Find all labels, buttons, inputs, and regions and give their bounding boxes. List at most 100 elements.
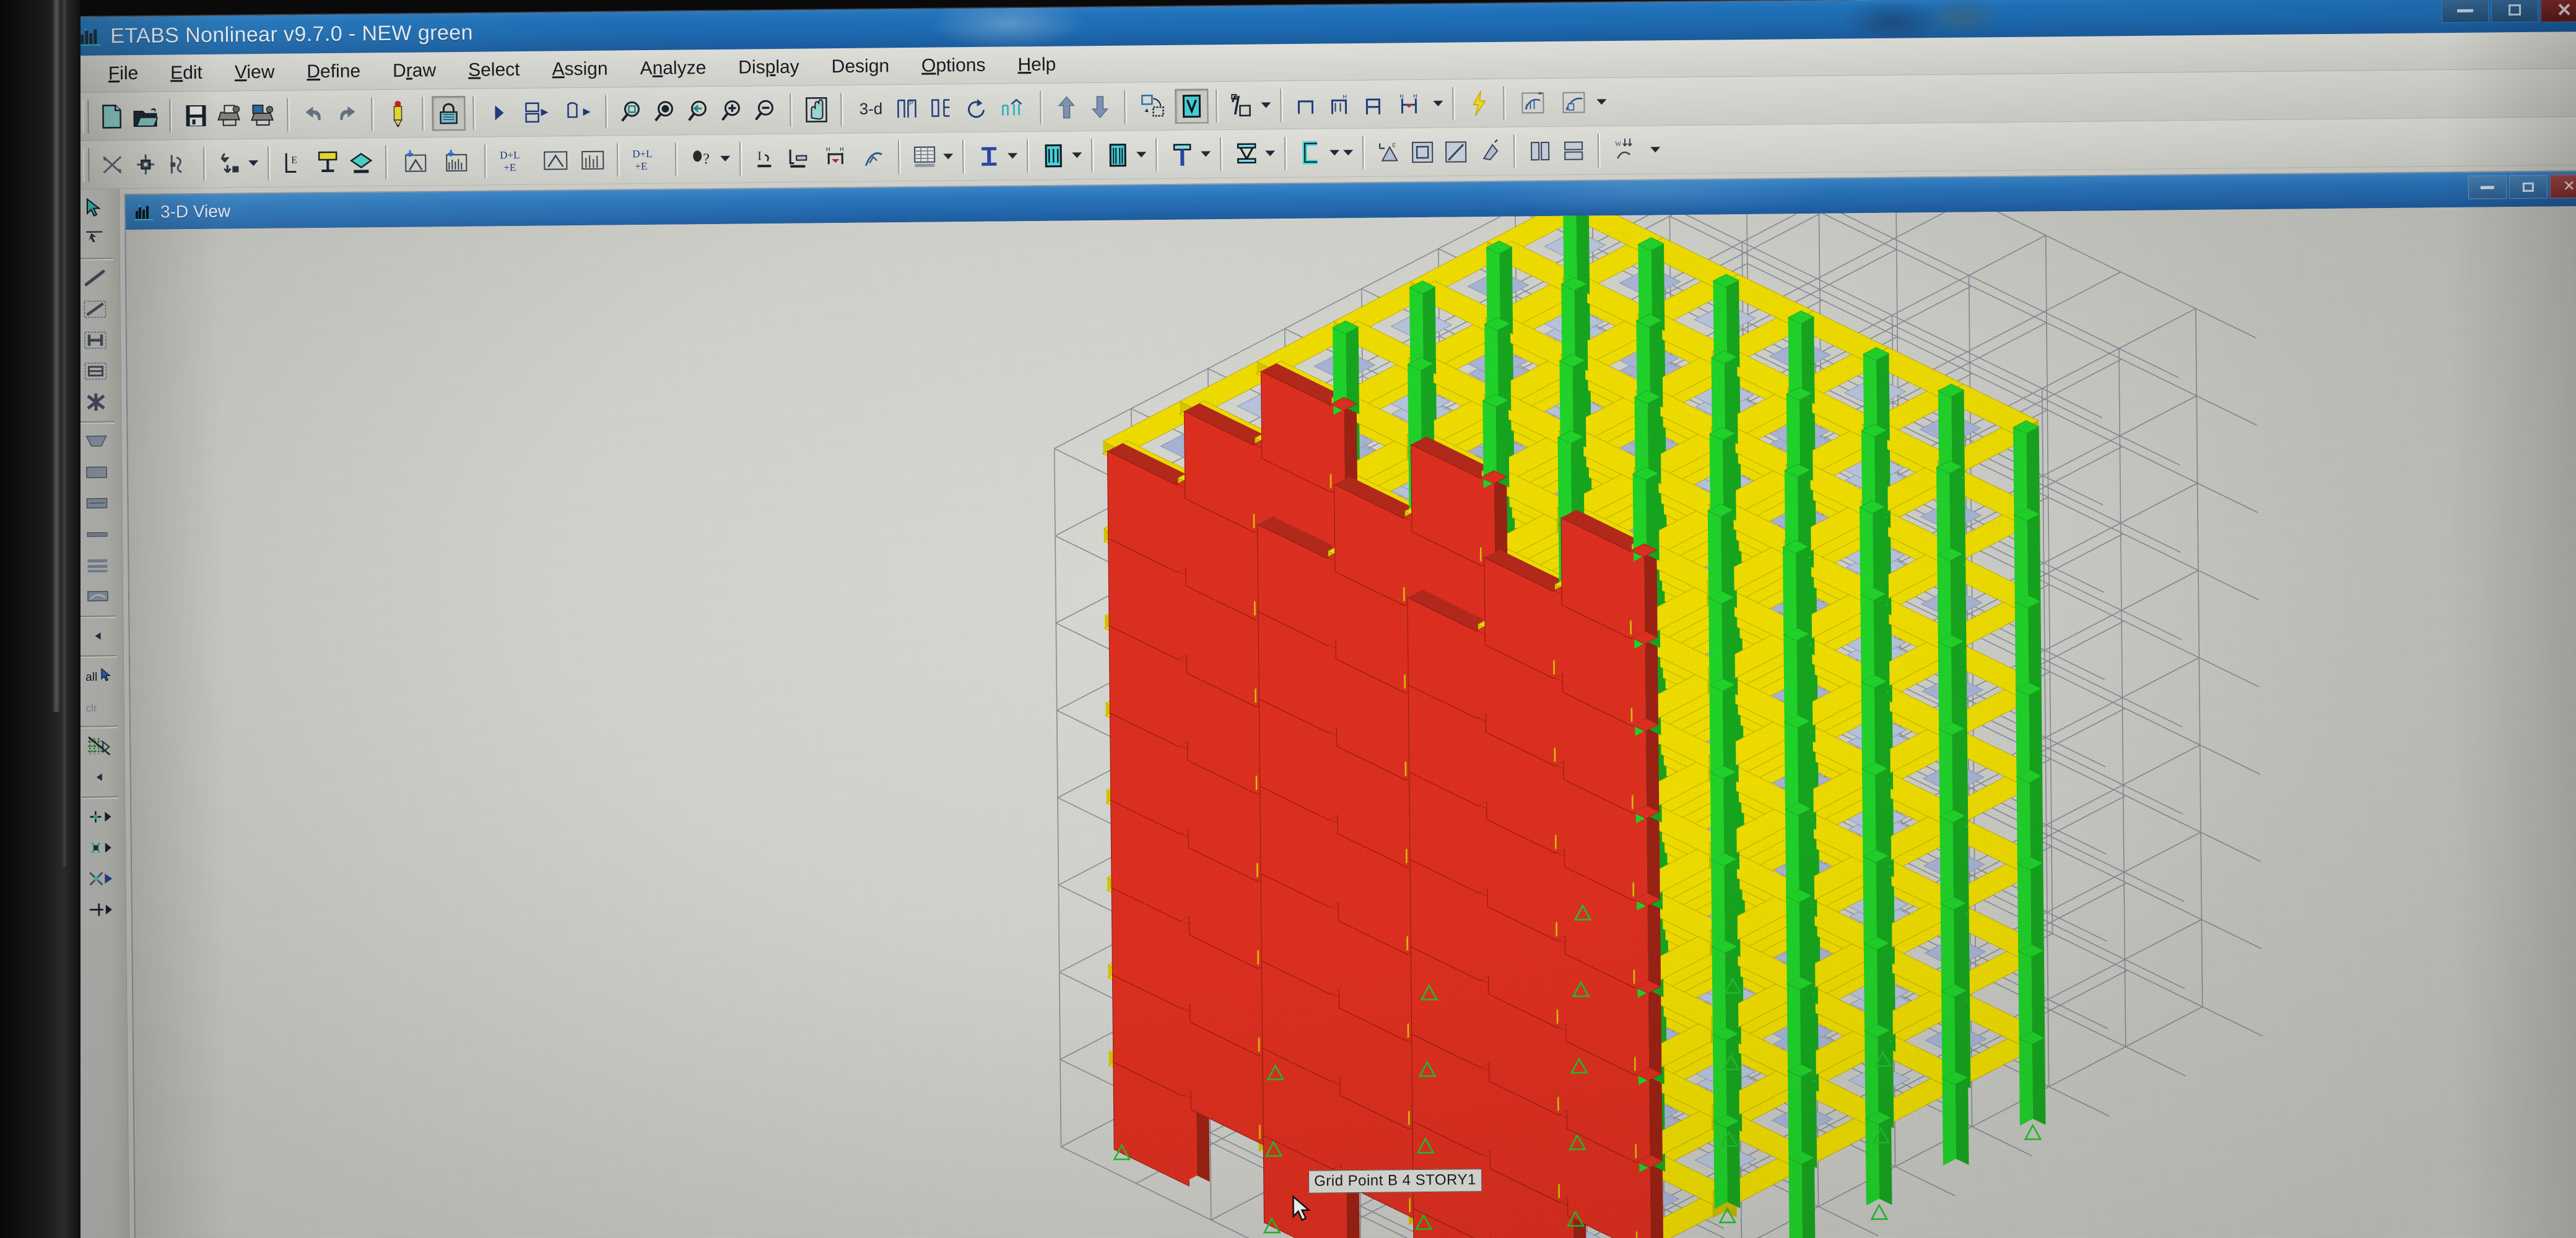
print-icon[interactable] — [212, 98, 246, 133]
steel-section-icon[interactable]: I — [749, 141, 783, 176]
set-elevation-icon[interactable]: E — [277, 145, 311, 181]
select-all-icon[interactable]: all — [79, 660, 117, 691]
draw-rectangular-area-icon[interactable] — [76, 356, 115, 386]
table-display-icon[interactable] — [908, 139, 942, 175]
channel-section-icon[interactable] — [1294, 136, 1328, 171]
pointer-reshape-icon[interactable] — [75, 223, 113, 254]
zoom-full-icon[interactable] — [648, 93, 682, 129]
channel-caret-icon[interactable] — [1328, 136, 1342, 170]
snap-midpoint-icon[interactable] — [80, 802, 119, 832]
menu-display[interactable]: Display — [722, 53, 816, 82]
redo-icon[interactable] — [330, 97, 364, 132]
mdi-maximize-button[interactable] — [2509, 175, 2548, 199]
run-analysis-arrow-icon[interactable] — [482, 95, 516, 131]
clear-selection-icon[interactable]: clr — [79, 691, 118, 722]
menu-view[interactable]: View — [219, 58, 291, 87]
scale-dropdown-caret-icon[interactable] — [1259, 88, 1273, 123]
menu-define[interactable]: Define — [290, 57, 376, 86]
snap-perpendicular-icon[interactable] — [80, 833, 119, 863]
run-analysis-lightning-icon[interactable] — [1462, 85, 1496, 121]
menu-draw[interactable]: Draw — [376, 56, 452, 85]
close-button[interactable] — [2540, 0, 2576, 22]
draw-poly-area-icon[interactable] — [77, 426, 115, 457]
section-cut-icon[interactable] — [535, 143, 577, 178]
draw-wall-icon[interactable] — [77, 488, 116, 519]
assign-frame-icon[interactable] — [311, 145, 345, 180]
i-section-caret-icon[interactable] — [1006, 139, 1020, 173]
toolbar-grip[interactable] — [82, 100, 89, 134]
elevation-view-icon[interactable] — [925, 91, 959, 126]
cbs-caret-icon[interactable] — [1134, 137, 1149, 172]
frame-hinge-icon[interactable]: HH — [1390, 86, 1432, 121]
i-section-icon[interactable] — [972, 139, 1006, 174]
menu-select[interactable]: Select — [452, 55, 536, 84]
show-undeformed-icon[interactable] — [1175, 88, 1209, 124]
pan-hand-icon[interactable] — [799, 92, 833, 128]
section-designer-icon[interactable] — [1037, 138, 1071, 173]
new-file-icon[interactable] — [95, 99, 129, 134]
rotate-3d-icon[interactable] — [958, 90, 992, 126]
assign-mesh-icon[interactable]: E — [1372, 135, 1406, 170]
draw-deck-icon[interactable] — [78, 581, 116, 612]
query-caret-icon[interactable] — [718, 141, 733, 176]
draw-beam-icon[interactable] — [77, 519, 116, 550]
member-forces-icon[interactable] — [576, 142, 610, 178]
menu-help[interactable]: Help — [1001, 50, 1072, 79]
menu-design[interactable]: Design — [815, 52, 905, 81]
sd-caret-icon[interactable] — [1070, 138, 1084, 173]
snap-endpoint-icon[interactable] — [81, 894, 120, 925]
save-icon[interactable] — [179, 98, 213, 133]
table-caret-icon[interactable] — [941, 139, 955, 174]
draw-line-icon[interactable] — [75, 263, 113, 293]
menu-analyze[interactable]: Analyze — [624, 53, 722, 83]
concrete-box-section-icon[interactable] — [1101, 137, 1135, 173]
zoom-previous-icon[interactable] — [682, 93, 716, 128]
snap-point-icon[interactable] — [129, 147, 163, 182]
diaphragm-icon[interactable] — [1439, 134, 1473, 170]
move-up-story-icon[interactable] — [1050, 90, 1084, 125]
units-caret-icon[interactable] — [1648, 132, 1663, 167]
concrete-section-icon[interactable] — [783, 141, 817, 176]
zoom-window-icon[interactable] — [615, 93, 649, 129]
move-down-story-icon[interactable] — [1083, 89, 1117, 124]
menu-edit[interactable]: Edit — [154, 58, 219, 87]
snap-intersection-icon[interactable] — [95, 147, 129, 183]
open-file-icon[interactable] — [128, 98, 162, 134]
support-reaction-icon[interactable]: HH — [816, 140, 858, 175]
tee-section-icon[interactable] — [1165, 137, 1199, 172]
channel-caret2-icon[interactable] — [1341, 136, 1355, 170]
draw-quick-area-icon[interactable] — [76, 387, 115, 417]
menu-assign[interactable]: Assign — [536, 54, 624, 84]
draw-line-in-region-icon[interactable] — [76, 294, 114, 324]
load-combo-dle-icon[interactable]: D+L +E — [494, 143, 536, 178]
units-icon[interactable]: W — [1608, 132, 1649, 168]
restore-button[interactable] — [2491, 0, 2539, 23]
replicate-icon[interactable] — [213, 146, 247, 181]
menu-options[interactable]: Options — [905, 51, 1002, 80]
display-dropdown-caret-icon[interactable] — [1595, 85, 1609, 119]
plan-view-icon[interactable]: P — [891, 91, 925, 126]
angle-section-icon[interactable] — [1230, 136, 1264, 171]
collapse-caret-icon[interactable] — [79, 621, 117, 651]
display-static-pushover-icon[interactable] — [1554, 85, 1595, 120]
angle-caret-icon[interactable] — [1263, 136, 1277, 171]
frame-deform-icon[interactable] — [1357, 87, 1391, 122]
split-window-horizontal-icon[interactable] — [1557, 133, 1591, 168]
set-building-view-icon[interactable] — [516, 95, 557, 130]
load-combo-dle2-icon[interactable]: D+L +E — [627, 142, 668, 177]
frame-shear-icon[interactable]: H — [1323, 87, 1357, 123]
mdi-minimize-button[interactable] — [2468, 175, 2507, 199]
material-icon[interactable] — [1473, 134, 1507, 169]
zoom-out-icon[interactable] — [749, 92, 783, 128]
perspective-icon[interactable] — [991, 90, 1033, 126]
three-d-view-icon[interactable]: 3-d — [850, 92, 892, 127]
print-preview-icon[interactable] — [246, 97, 280, 132]
frame-forces-icon[interactable] — [436, 144, 477, 179]
menu-file[interactable]: File — [92, 59, 155, 88]
draw-frame-h-icon[interactable] — [76, 325, 114, 355]
select-all-similar-icon[interactable] — [1134, 89, 1175, 124]
lock-model-icon[interactable] — [432, 95, 466, 131]
tee-caret-icon[interactable] — [1199, 137, 1213, 171]
display-deformed-shape-icon[interactable] — [1513, 85, 1554, 120]
snap-grid-off-icon[interactable] — [80, 731, 118, 761]
